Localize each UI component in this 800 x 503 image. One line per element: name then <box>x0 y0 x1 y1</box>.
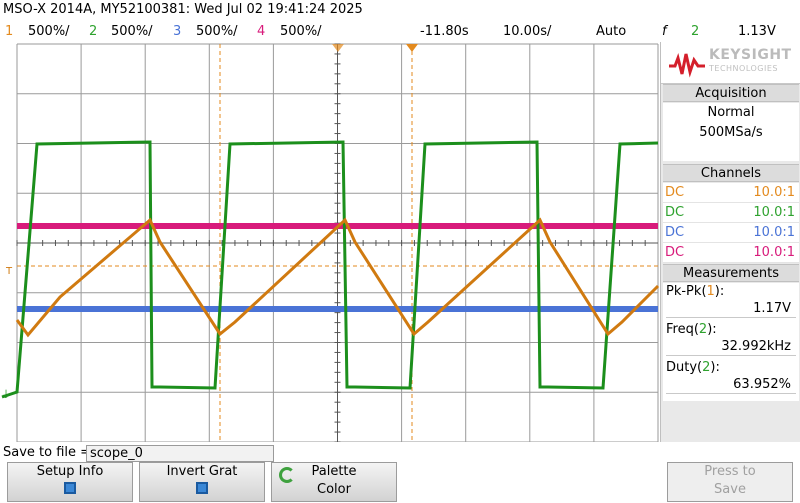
acquisition-header: Acquisition <box>663 84 799 102</box>
invert-grat-button[interactable]: Invert Grat <box>139 462 265 502</box>
channels-header: Channels <box>663 164 799 182</box>
ch3-number[interactable]: 3 <box>173 24 181 39</box>
delay-marker <box>332 44 344 52</box>
channels-section: DC 10.0:1 DC 10.0:1 DC 10.0:1 DC 10.0:1 <box>663 183 799 263</box>
setup-info-button[interactable]: Setup Info <box>7 462 133 502</box>
measurements-header: Measurements <box>663 264 799 282</box>
trigger-mode[interactable]: Auto <box>596 24 626 39</box>
keysight-wave-icon <box>669 52 705 78</box>
acquisition-section: Normal 500MSa/s <box>663 103 799 161</box>
logo-sub: TECHNOLOGIES <box>709 64 778 73</box>
trigger-channel[interactable]: 2 <box>691 24 699 39</box>
ch1-ground-marker: T <box>5 266 13 277</box>
trigger-marker <box>406 44 418 52</box>
ch1-number[interactable]: 1 <box>5 24 13 39</box>
ch4-scale[interactable]: 500%/ <box>280 24 322 39</box>
duty-value: 63.952% <box>666 376 796 394</box>
press-to-label: Press to <box>704 464 756 479</box>
logo-brand: KEYSIGHT <box>709 47 792 63</box>
ch2-number[interactable]: 2 <box>89 24 97 39</box>
palette-button[interactable]: Palette Color <box>271 462 397 502</box>
status-bar: 1 500%/ 2 500%/ 3 500%/ 4 500%/ -11.80s … <box>0 21 800 41</box>
keysight-logo: KEYSIGHT TECHNOLOGIES <box>661 42 800 84</box>
channel-row: DC 10.0:1 <box>663 203 799 223</box>
side-panel: KEYSIGHT TECHNOLOGIES Acquisition Normal… <box>660 42 800 442</box>
ch2-trace <box>1 140 659 399</box>
refresh-icon <box>279 467 295 483</box>
freq-label: Freq(2): <box>666 322 717 337</box>
save-bar: Save to file = scope_0 <box>0 443 800 462</box>
filename-field[interactable]: scope_0 <box>86 445 274 462</box>
acquisition-mode: Normal <box>707 105 755 120</box>
setup-info-checkbox[interactable] <box>64 482 76 494</box>
ch1-scale[interactable]: 500%/ <box>28 24 70 39</box>
channel-row: DC 10.0:1 <box>663 243 799 263</box>
invert-grat-checkbox[interactable] <box>196 482 208 494</box>
channel-row: DC 10.0:1 <box>663 183 799 203</box>
pkpk-value: 1.17V <box>666 300 796 318</box>
window-title: MSO-X 2014A, MY52100381: Wed Jul 02 19:4… <box>3 2 363 17</box>
measurements-section: Pk-Pk(1): 1.17V Freq(2): 32.992kHz Duty(… <box>663 283 799 401</box>
timebase[interactable]: 10.00s/ <box>503 24 551 39</box>
invert-grat-label: Invert Grat <box>166 464 238 479</box>
pkpk-label: Pk-Pk(1): <box>666 284 725 299</box>
waveform-display[interactable]: T ⏚ <box>0 42 660 442</box>
ch2-ground-marker: ⏚ <box>1 389 11 401</box>
sample-rate: 500MSa/s <box>699 125 763 140</box>
setup-info-label: Setup Info <box>36 464 104 479</box>
palette-value: Color <box>317 482 351 497</box>
trigger-edge-icon: f <box>662 24 667 39</box>
ch4-number[interactable]: 4 <box>257 24 265 39</box>
save-action-label: Save <box>714 482 746 497</box>
save-label: Save to file = <box>3 445 92 460</box>
press-to-save-button[interactable]: Press to Save <box>667 462 793 502</box>
freq-value: 32.992kHz <box>666 338 796 356</box>
horizontal-delay[interactable]: -11.80s <box>420 24 469 39</box>
channel-row: DC 10.0:1 <box>663 223 799 243</box>
duty-label: Duty(2): <box>666 360 720 375</box>
graticule: T⏚ <box>1 43 660 442</box>
ch2-scale[interactable]: 500%/ <box>111 24 153 39</box>
trigger-level[interactable]: 1.13V <box>738 24 776 39</box>
ch3-scale[interactable]: 500%/ <box>196 24 238 39</box>
